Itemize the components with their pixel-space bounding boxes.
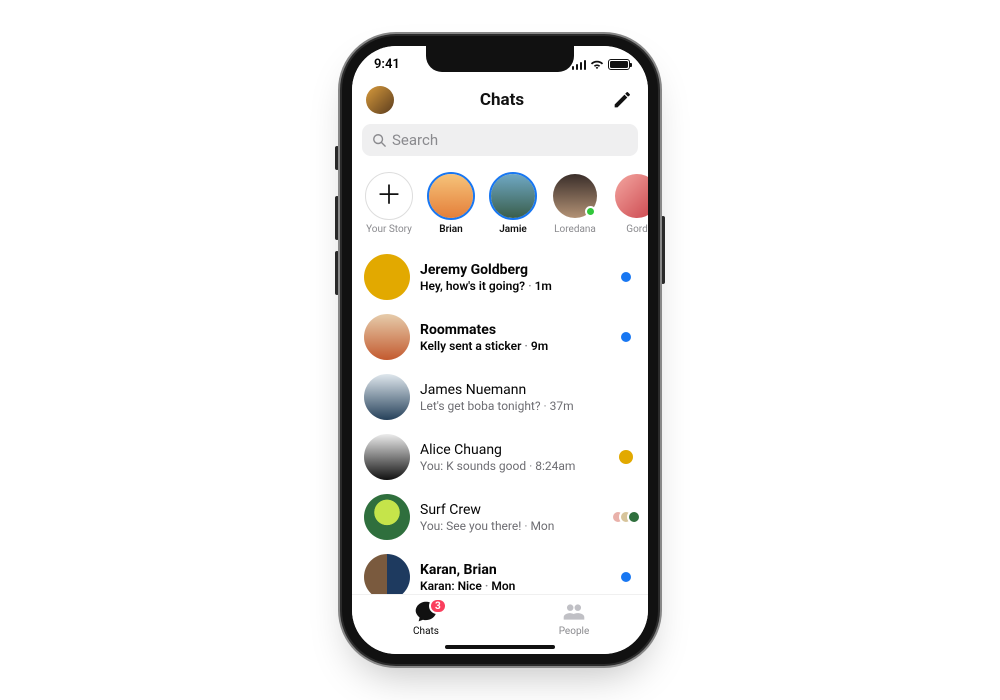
unread-badge: 3 [429, 598, 447, 614]
battery-icon [608, 59, 630, 70]
page-title: Chats [480, 90, 524, 110]
presence-dot-icon [585, 206, 596, 217]
chat-row[interactable]: RoommatesKelly sent a sticker · 9m [362, 307, 644, 367]
unread-dot-icon [621, 272, 631, 282]
phone-frame: 9:41 Chats [352, 46, 648, 654]
story-label: Your Story [366, 224, 412, 235]
story-item[interactable]: ＋ Your Story [364, 172, 414, 235]
chat-preview: You: See you there! · Mon [420, 519, 604, 533]
chat-row[interactable]: Alice ChuangYou: K sounds good · 8:24am [362, 427, 644, 487]
chat-avatar [364, 554, 410, 594]
story-label: Gord [626, 224, 647, 235]
chat-row[interactable]: Karan, BrianKaran: Nice · Mon [362, 547, 644, 594]
cell-signal-icon [572, 59, 587, 70]
home-indicator[interactable] [445, 645, 555, 649]
chat-name: Karan, Brian [420, 562, 604, 578]
compose-button[interactable] [610, 88, 634, 112]
plus-icon: ＋ [376, 183, 402, 209]
chat-name: Jeremy Goldberg [420, 262, 604, 278]
stories-strip[interactable]: ＋ Your Story Brian Jamie Loredana Gord [352, 166, 648, 247]
chat-avatar [364, 374, 410, 420]
chat-preview: Kelly sent a sticker · 9m [420, 339, 604, 353]
story-avatar [429, 174, 473, 218]
story-label: Brian [439, 224, 463, 235]
chat-row[interactable]: Surf CrewYou: See you there! · Mon [362, 487, 644, 547]
chat-name: Roommates [420, 322, 604, 338]
story-item[interactable]: Jamie [488, 172, 538, 235]
tab-label: Chats [413, 626, 439, 637]
chat-avatar [364, 254, 410, 300]
unread-dot-icon [621, 332, 631, 342]
seen-avatar-icon [619, 450, 633, 464]
search-input[interactable]: Search [362, 124, 638, 156]
chat-avatar [364, 314, 410, 360]
search-icon [372, 133, 386, 147]
chat-row[interactable]: Jeremy GoldbergHey, how's it going? · 1m [362, 247, 644, 307]
tab-label: People [559, 626, 590, 637]
story-item[interactable]: Gord [612, 172, 648, 235]
story-label: Loredana [554, 224, 596, 235]
chat-preview: Hey, how's it going? · 1m [420, 279, 604, 293]
compose-icon [611, 89, 633, 111]
chat-list[interactable]: Jeremy GoldbergHey, how's it going? · 1m… [352, 247, 648, 594]
chat-preview: You: K sounds good · 8:24am [420, 459, 604, 473]
wifi-icon [590, 59, 604, 70]
profile-avatar[interactable] [366, 86, 394, 114]
tab-bar: 3 Chats People [352, 594, 648, 654]
chat-avatar [364, 434, 410, 480]
chat-preview: Let's get boba tonight? · 37m [420, 399, 604, 413]
story-avatar [615, 174, 648, 218]
chat-name: Alice Chuang [420, 442, 604, 458]
chat-row[interactable]: James NuemannLet's get boba tonight? · 3… [362, 367, 644, 427]
app-header: Chats [352, 82, 648, 124]
people-icon [561, 599, 587, 625]
chat-name: Surf Crew [420, 502, 604, 518]
story-item[interactable]: Loredana [550, 172, 600, 235]
seen-stack-icon [611, 510, 641, 524]
chat-avatar [364, 494, 410, 540]
clock-label: 9:41 [374, 57, 400, 72]
unread-dot-icon [621, 572, 631, 582]
story-item[interactable]: Brian [426, 172, 476, 235]
notch [426, 46, 574, 72]
search-placeholder: Search [392, 131, 438, 149]
chat-name: James Nuemann [420, 382, 604, 398]
chat-preview: Karan: Nice · Mon [420, 579, 604, 593]
story-label: Jamie [499, 224, 527, 235]
story-avatar [491, 174, 535, 218]
